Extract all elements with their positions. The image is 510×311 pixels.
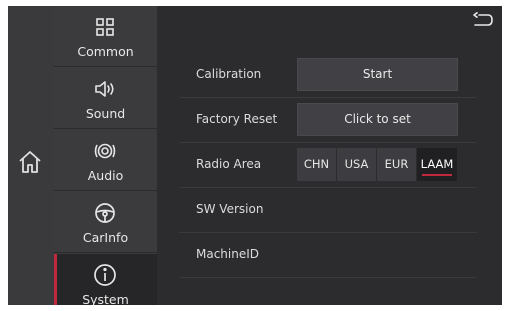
- nav-item-system[interactable]: System: [54, 254, 157, 305]
- nav-item-label: Sound: [85, 106, 126, 121]
- radio-area-row: Radio Area CHN USA EUR LAAM: [179, 142, 477, 188]
- speaker-icon: [95, 81, 114, 97]
- home-icon: [19, 151, 41, 173]
- nav-item-carinfo[interactable]: CarInfo: [54, 192, 157, 253]
- audio-rings-icon: [94, 143, 116, 159]
- settings-screen: Common Sound Audio CarInfo System Calibr…: [8, 6, 502, 305]
- machine-id-label: MachineID: [196, 247, 260, 261]
- radio-area-selector: CHN USA EUR LAAM: [297, 148, 457, 181]
- home-rail: [8, 6, 54, 305]
- grid-icon: [96, 18, 114, 36]
- calibration-row: Calibration Start: [179, 52, 477, 98]
- nav-item-label: System: [82, 292, 129, 305]
- nav-item-common[interactable]: Common: [54, 6, 157, 67]
- info-icon: [94, 264, 116, 286]
- nav-item-label: Audio: [87, 168, 124, 183]
- steering-wheel-icon: [95, 203, 115, 223]
- factory-reset-button[interactable]: Click to set: [297, 103, 458, 136]
- system-settings-panel: Calibration Start Factory Reset Click to…: [157, 6, 502, 305]
- sw-version-row: SW Version: [179, 187, 477, 233]
- home-button[interactable]: [15, 147, 45, 177]
- nav-item-audio[interactable]: Audio: [54, 130, 157, 191]
- radio-area-label: Radio Area: [196, 157, 262, 171]
- radio-area-option-eur[interactable]: EUR: [377, 148, 417, 181]
- radio-area-option-laam[interactable]: LAAM: [417, 148, 457, 181]
- machine-id-row: MachineID: [179, 232, 477, 278]
- calibration-label: Calibration: [196, 67, 262, 81]
- nav-item-sound[interactable]: Sound: [54, 68, 157, 129]
- calibration-start-button[interactable]: Start: [297, 58, 458, 91]
- radio-area-option-usa[interactable]: USA: [337, 148, 377, 181]
- back-arrow-icon: [473, 12, 493, 26]
- radio-area-option-chn[interactable]: CHN: [297, 148, 337, 181]
- factory-reset-row: Factory Reset Click to set: [179, 97, 477, 143]
- factory-reset-label: Factory Reset: [196, 112, 278, 126]
- sw-version-label: SW Version: [196, 202, 264, 216]
- nav-item-label: CarInfo: [82, 230, 129, 245]
- settings-nav: Common Sound Audio CarInfo System: [54, 6, 157, 305]
- back-button[interactable]: [472, 12, 494, 30]
- nav-item-label: Common: [77, 44, 134, 59]
